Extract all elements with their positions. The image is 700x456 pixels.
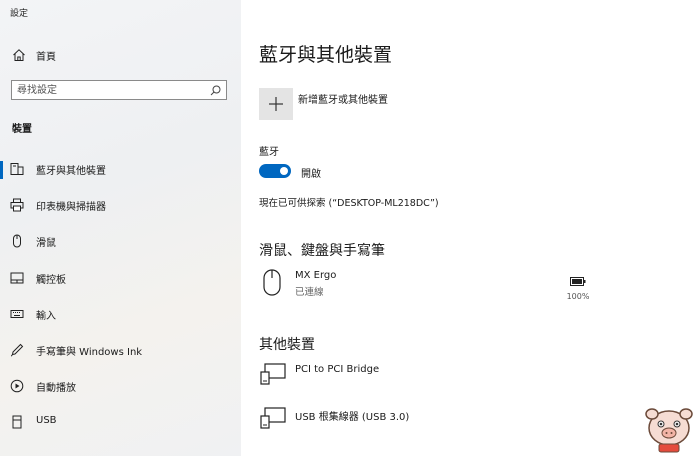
nav-list: 藍牙與其他裝置 印表機與掃描器 滑鼠 觸控板 輸入 手寫筆與 Windows I… <box>0 154 241 444</box>
discoverable-text: 現在已可供探索 (“DESKTOP-ML218DC”) <box>259 198 439 209</box>
device-usb-root-hub[interactable]: USB 根集線器 (USB 3.0) <box>259 406 619 440</box>
section-title: 裝置 <box>12 124 32 135</box>
keyboard-icon <box>10 309 24 318</box>
sidebar-item-pen[interactable]: 手寫筆與 Windows Ink <box>0 335 241 371</box>
mouse-icon <box>263 269 281 296</box>
nav-home[interactable]: 首頁 <box>0 44 241 66</box>
mascot-watermark <box>645 408 693 453</box>
device-icon <box>260 407 286 429</box>
home-icon <box>13 49 25 61</box>
sidebar-item-typing[interactable]: 輸入 <box>0 299 241 335</box>
bluetooth-label: 藍牙 <box>259 147 279 158</box>
battery-icon <box>570 277 586 286</box>
sidebar-item-usb[interactable]: USB <box>0 407 241 443</box>
toggle-state-label: 開啟 <box>301 169 321 180</box>
sidebar-item-mouse[interactable]: 滑鼠 <box>0 226 241 262</box>
device-name: PCI to PCI Bridge <box>295 364 380 375</box>
device-icon <box>260 363 286 385</box>
mouse-icon <box>13 234 21 248</box>
sidebar-item-touchpad[interactable]: 觸控板 <box>0 263 241 299</box>
sidebar-item-label: 印表機與掃描器 <box>36 202 106 214</box>
other-section-title: 其他裝置 <box>259 337 315 353</box>
sidebar-item-label: 自動播放 <box>36 383 76 395</box>
sidebar-item-bluetooth[interactable]: 藍牙與其他裝置 <box>0 154 241 190</box>
search-icon[interactable] <box>210 85 221 96</box>
sidebar-item-label: 觸控板 <box>36 274 66 286</box>
device-pci-bridge[interactable]: PCI to PCI Bridge <box>259 362 619 396</box>
autoplay-icon <box>10 379 24 393</box>
device-name: USB 根集線器 (USB 3.0) <box>295 412 410 423</box>
main-panel: 藍牙與其他裝置 新增藍牙或其他裝置 藍牙 開啟 現在已可供探索 (“DESKTO… <box>241 0 700 456</box>
sidebar-item-label: USB <box>36 415 57 427</box>
sidebar-item-label: 輸入 <box>36 310 56 322</box>
add-device-label[interactable]: 新增藍牙或其他裝置 <box>298 91 388 106</box>
bluetooth-devices-icon <box>10 163 24 175</box>
battery-percent: 100% <box>566 292 590 301</box>
pen-icon <box>10 343 24 357</box>
sidebar-item-autoplay[interactable]: 自動播放 <box>0 371 241 407</box>
sidebar-item-label: 滑鼠 <box>36 238 56 250</box>
battery-indicator: 100% <box>563 271 593 301</box>
sidebar: 設定 首頁 裝置 藍牙與其他裝置 印表機 <box>0 0 241 456</box>
search-input[interactable] <box>17 83 202 97</box>
toggle-knob <box>280 167 288 175</box>
touchpad-icon <box>10 272 24 284</box>
page-title: 藍牙與其他裝置 <box>259 44 393 66</box>
device-status: 已連線 <box>295 287 324 298</box>
app-title: 設定 <box>10 9 29 19</box>
sidebar-item-label: 藍牙與其他裝置 <box>36 166 106 177</box>
plus-icon <box>269 97 283 111</box>
add-device-button[interactable] <box>259 88 293 120</box>
bluetooth-toggle[interactable] <box>259 164 291 178</box>
sidebar-item-label: 手寫筆與 Windows Ink <box>36 346 143 358</box>
device-name: MX Ergo <box>295 270 337 281</box>
mouse-section-title: 滑鼠、鍵盤與手寫筆 <box>259 243 385 259</box>
usb-icon <box>12 415 22 429</box>
printer-icon <box>10 198 24 212</box>
sidebar-item-printers[interactable]: 印表機與掃描器 <box>0 190 241 226</box>
search-box[interactable] <box>11 80 227 100</box>
nav-home-label: 首頁 <box>36 52 56 63</box>
